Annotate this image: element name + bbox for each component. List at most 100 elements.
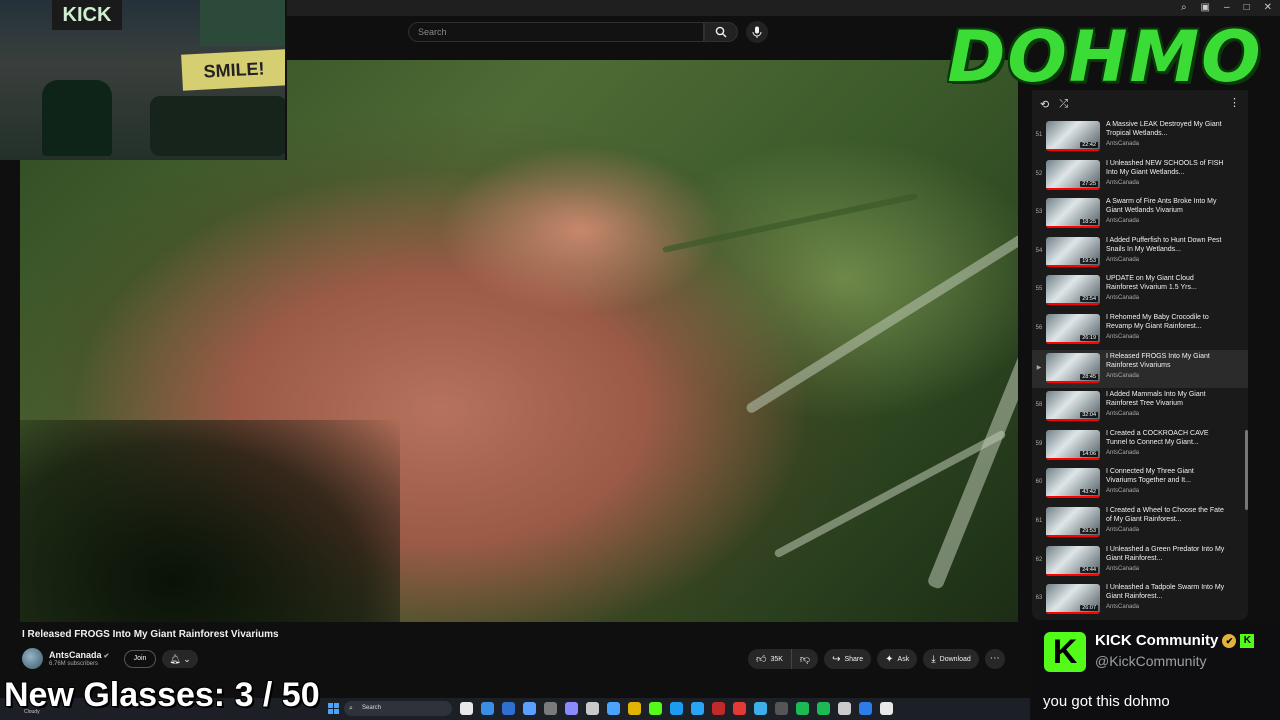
channel-name[interactable]: AntsCanada ✔ — [49, 650, 109, 660]
taskbar-app-icon[interactable] — [628, 702, 641, 715]
playlist-item-thumbnail[interactable]: 19:53 — [1046, 236, 1100, 267]
taskbar-app-icon[interactable] — [733, 702, 746, 715]
voice-search-button[interactable] — [746, 21, 768, 43]
like-button[interactable]: 👍︎ 35K — [748, 649, 792, 669]
playlist-item[interactable]: ▶ 28:45 I Released FROGS Into My Giant Rai… — [1032, 349, 1248, 389]
playlist-item-title[interactable]: I Added Pufferfish to Hunt Down Pest Sna… — [1106, 236, 1226, 255]
close-icon[interactable]: ✕ — [1264, 2, 1272, 13]
playlist-item-thumbnail[interactable]: 29:53 — [1046, 506, 1100, 537]
playlist-item[interactable]: 53 18:25 A Swarm of Fire Ants Broke Into M… — [1032, 195, 1248, 234]
playlist-item-title[interactable]: I Created a COCKROACH CAVE Tunnel to Con… — [1106, 429, 1226, 448]
search-icon — [715, 26, 727, 38]
taskbar-app-icon[interactable] — [817, 702, 830, 715]
watch-progress-bar — [1046, 303, 1100, 306]
chevron-down-icon: ⌄ — [183, 654, 191, 664]
playlist-item-thumbnail[interactable]: 27:25 — [1046, 159, 1100, 190]
share-button[interactable]: ↪ Share — [824, 649, 872, 669]
bell-icon: 🔔︎ — [169, 654, 181, 664]
taskbar-apps — [460, 702, 893, 715]
taskbar-app-icon[interactable] — [544, 702, 557, 715]
playlist-item-index: 52 — [1035, 170, 1043, 177]
search-button[interactable] — [704, 22, 738, 42]
taskbar-app-icon[interactable] — [670, 702, 683, 715]
verified-badge-icon: ✔ — [1222, 633, 1237, 648]
playlist-item-title[interactable]: UPDATE on My Giant Cloud Rainforest Viva… — [1106, 274, 1226, 293]
download-button[interactable]: ⤓ Download — [923, 649, 979, 669]
playlist-item[interactable]: 60 43:42 I Connected My Three Giant Vivari… — [1032, 465, 1248, 504]
playlist-item-title[interactable]: I Created a Wheel to Choose the Fate of … — [1106, 506, 1226, 525]
taskbar-app-icon[interactable] — [691, 702, 704, 715]
join-button[interactable]: Join — [124, 650, 156, 668]
playlist-item-channel: AntsCanada — [1106, 565, 1140, 572]
taskbar-app-icon[interactable] — [880, 702, 893, 715]
sparkle-icon: ✦ — [885, 653, 894, 665]
taskbar-app-icon[interactable] — [754, 702, 767, 715]
playlist-item-text: I Added Mammals Into My Giant Rainforest… — [1106, 390, 1226, 417]
kick-name-text: KICK Community — [1095, 632, 1219, 649]
playlist-item-thumbnail[interactable]: 24:44 — [1046, 545, 1100, 576]
watch-progress-bar — [1046, 573, 1100, 576]
playlist-item-duration: 32:04 — [1080, 412, 1098, 419]
playlist-item-thumbnail[interactable]: 26:19 — [1046, 313, 1100, 344]
taskbar-app-icon[interactable] — [838, 702, 851, 715]
channel-name-text[interactable]: AntsCanada — [49, 650, 102, 660]
playlist-item-text: A Swarm of Fire Ants Broke Into My Giant… — [1106, 197, 1226, 224]
playlist-item-thumbnail[interactable]: 43:42 — [1046, 468, 1100, 499]
playlist-item[interactable]: 51 22:42 A Massive LEAK Destroyed My Giant… — [1032, 118, 1248, 157]
taskbar-app-icon[interactable] — [775, 702, 788, 715]
taskbar-app-icon[interactable] — [565, 702, 578, 715]
playlist-item[interactable]: 58 32:04 I Added Mammals Into My Giant Rai… — [1032, 388, 1248, 427]
playlist-item-title[interactable]: I Connected My Three Giant Vivariums Tog… — [1106, 467, 1226, 486]
taskbar-app-icon[interactable] — [481, 702, 494, 715]
watch-progress-bar — [1046, 612, 1100, 615]
taskbar-app-icon[interactable] — [586, 702, 599, 715]
playlist-item-thumbnail[interactable]: 22:42 — [1046, 121, 1100, 151]
playlist-item-title[interactable]: A Swarm of Fire Ants Broke Into My Giant… — [1106, 197, 1226, 216]
webcam-overlay: KICK SMILE! — [0, 0, 287, 160]
playlist-item-title[interactable]: I Unleashed NEW SCHOOLS of FISH Into My … — [1106, 159, 1226, 178]
more-actions-button[interactable]: ⋯ — [984, 649, 1005, 669]
playlist-item-title[interactable]: I Unleashed a Tadpole Swarm Into My Gian… — [1106, 583, 1226, 602]
playlist-item-title[interactable]: I Unleashed a Green Predator Into My Gia… — [1106, 545, 1226, 564]
playlist-item-thumbnail[interactable]: 26:07 — [1046, 584, 1100, 615]
playlist-item-title[interactable]: I Rehomed My Baby Crocodile to Revamp My… — [1106, 313, 1226, 332]
subscribe-bell-button[interactable]: 🔔︎ ⌄ — [162, 650, 198, 668]
watch-progress-bar — [1046, 380, 1100, 383]
taskbar-app-icon[interactable] — [460, 702, 473, 715]
playlist-item-title[interactable]: I Released FROGS Into My Giant Rainfores… — [1106, 352, 1226, 371]
taskbar-app-icon[interactable] — [712, 702, 725, 715]
playlist-item[interactable]: 62 24:44 I Unleashed a Green Predator Into… — [1032, 543, 1248, 582]
taskbar-app-icon[interactable] — [796, 702, 809, 715]
playlist-item[interactable]: 61 29:53 I Created a Wheel to Choose the F… — [1032, 504, 1248, 543]
taskbar-app-icon[interactable] — [502, 702, 515, 715]
playlist-item[interactable]: 56 26:19 I Rehomed My Baby Crocodile to Re… — [1032, 311, 1248, 350]
playlist-item-thumbnail[interactable]: 14:06 — [1046, 429, 1100, 460]
search-input[interactable]: Search — [408, 22, 704, 42]
playlist-item[interactable]: 63 26:07 I Unleashed a Tadpole Swarm Into … — [1032, 581, 1248, 620]
playlist-item-title[interactable]: A Massive LEAK Destroyed My Giant Tropic… — [1106, 120, 1226, 139]
taskbar-app-icon[interactable] — [607, 702, 620, 715]
taskbar-app-icon[interactable] — [649, 702, 662, 715]
taskbar-search[interactable]: ⌕ Search — [344, 701, 452, 716]
playlist-item-thumbnail[interactable]: 32:04 — [1046, 391, 1100, 422]
playlist-item[interactable]: 54 19:53 I Added Pufferfish to Hunt Down P… — [1032, 234, 1248, 273]
playlist-item-text: I Created a Wheel to Choose the Fate of … — [1106, 506, 1226, 533]
playlist-item-duration: 28:45 — [1080, 373, 1098, 380]
playlist-item[interactable]: 55 29:54 UPDATE on My Giant Cloud Rainfore… — [1032, 272, 1248, 311]
playlist-item-thumbnail[interactable]: 28:45 — [1046, 352, 1100, 383]
playlist-item-thumbnail[interactable]: 18:25 — [1046, 198, 1100, 229]
playlist-item-duration: 29:54 — [1080, 296, 1098, 303]
playlist-item[interactable]: 52 27:25 I Unleashed NEW SCHOOLS of FISH I… — [1032, 157, 1248, 196]
channel-avatar[interactable] — [22, 648, 43, 669]
playlist-item-thumbnail[interactable]: 29:54 — [1046, 275, 1100, 306]
playlist-scrollbar[interactable] — [1245, 430, 1248, 510]
playlist-item[interactable]: 59 14:06 I Created a COCKROACH CAVE Tunnel… — [1032, 427, 1248, 466]
taskbar-app-icon[interactable] — [523, 702, 536, 715]
taskbar-app-icon[interactable] — [859, 702, 872, 715]
kick-community-name: KICK Community ✔ K — [1095, 632, 1255, 649]
dislike-button[interactable]: 👎︎ — [791, 649, 819, 669]
ask-button[interactable]: ✦ Ask — [877, 649, 918, 669]
playlist-item-index: 60 — [1035, 479, 1043, 486]
windows-start-icon[interactable] — [328, 703, 339, 714]
playlist-item-title[interactable]: I Added Mammals Into My Giant Rainforest… — [1106, 390, 1226, 409]
